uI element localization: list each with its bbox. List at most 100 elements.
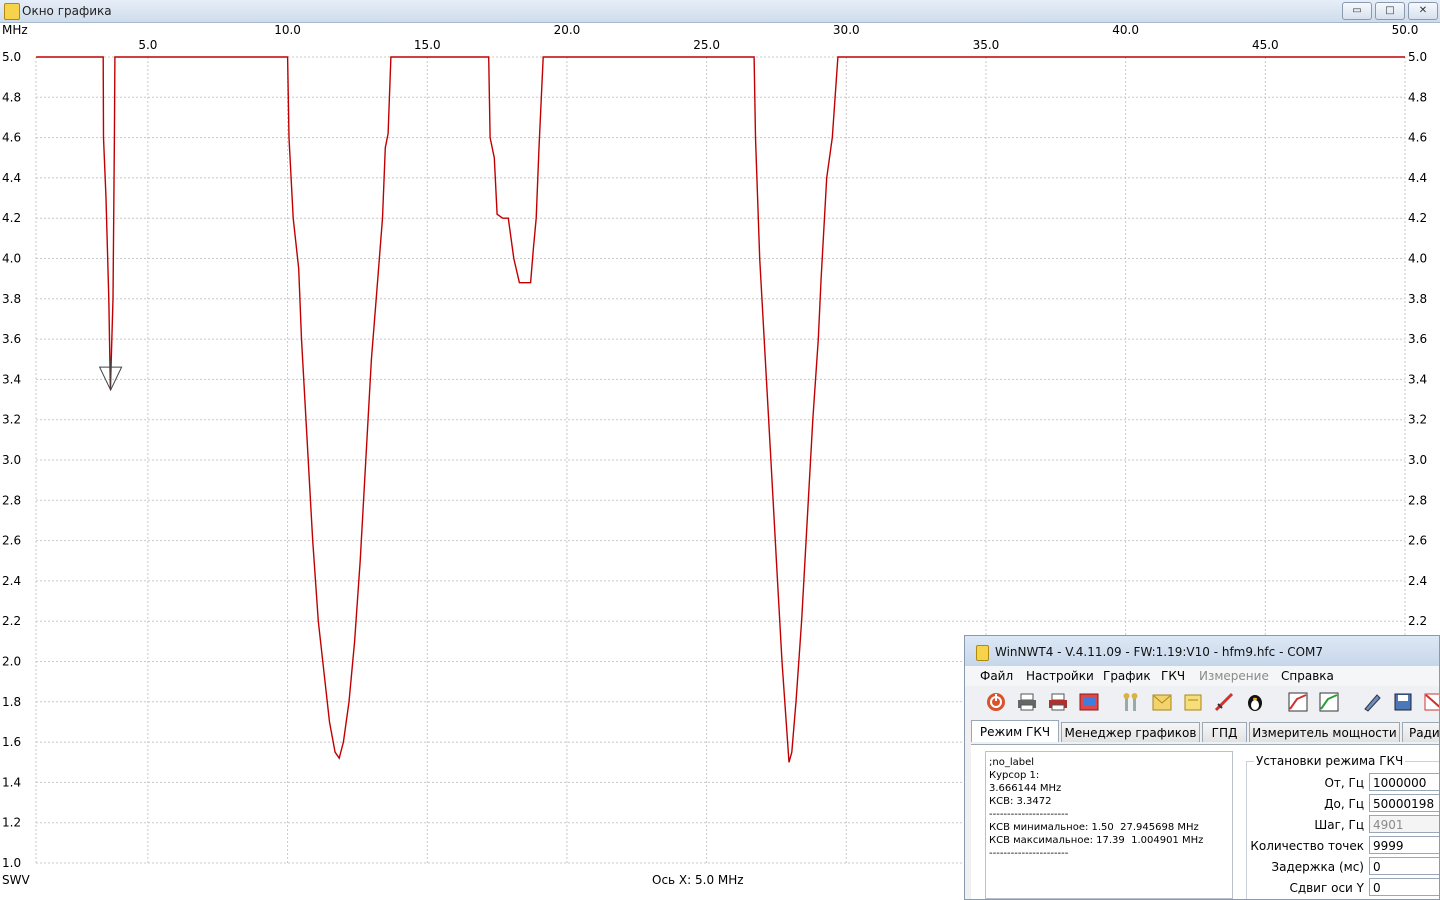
menu-settings[interactable]: Настройки: [1026, 669, 1094, 683]
info-box: ;no_label Курсор 1: 3.666144 MHz КСВ: 3.…: [985, 751, 1233, 899]
save-icon[interactable]: [1392, 691, 1414, 713]
yshift-input[interactable]: 0: [1369, 878, 1439, 896]
info-line: КСВ минимальное: 1.50 27.945698 MHz: [989, 822, 1199, 833]
x-tick-label: 50.0: [1392, 23, 1419, 37]
y-tick-label-right: 4.8: [1408, 90, 1427, 104]
menu-file[interactable]: Файл: [980, 669, 1013, 683]
y-tick-label: 3.6: [2, 332, 21, 346]
from-label: От, Гц: [1324, 776, 1364, 790]
x-tick-label: 30.0: [833, 23, 860, 37]
y-tick-label-right: 4.6: [1408, 131, 1427, 145]
note-icon[interactable]: [1182, 691, 1204, 713]
png-export-icon[interactable]: [1078, 691, 1100, 713]
cursor-marker[interactable]: [98, 358, 123, 392]
x-unit-label: MHz: [2, 23, 28, 37]
menu-bar: Файл Настройки График ГКЧ Измерение Спра…: [965, 666, 1439, 686]
menu-measurement[interactable]: Измерение: [1199, 669, 1269, 683]
step-hz-input[interactable]: 4901: [1369, 815, 1439, 833]
app-icon: [4, 3, 20, 20]
setting-row-step: Шаг, Гц 4901: [1246, 815, 1439, 835]
step-label: Шаг, Гц: [1314, 818, 1364, 832]
y-tick-label-right: 3.0: [1408, 453, 1427, 467]
x-tick-label: 35.0: [973, 38, 1000, 52]
tab-sweep-mode[interactable]: Режим ГКЧ: [971, 720, 1059, 742]
tab-graph-manager[interactable]: Менеджер графиков: [1061, 722, 1200, 742]
x-tick-label: 40.0: [1112, 23, 1139, 37]
sweep-mode-panel: ;no_label Курсор 1: 3.666144 MHz КСВ: 3.…: [971, 744, 1439, 899]
tab-power-meter[interactable]: Измеритель мощности: [1249, 722, 1400, 742]
tab-radio[interactable]: Ради: [1402, 722, 1439, 742]
graph-window-titlebar: Окно графика ▭ □ ✕: [0, 0, 1440, 23]
setting-row-yshift: Сдвиг оси Y 0: [1246, 878, 1439, 898]
folder-icon[interactable]: [1151, 691, 1173, 713]
minimize-button[interactable]: ▭: [1342, 2, 1372, 20]
y-axis-label: SWV: [2, 873, 30, 887]
y-tick-label: 2.8: [2, 493, 21, 507]
tools-icon[interactable]: [1120, 691, 1142, 713]
toolbar: [965, 686, 1439, 720]
y-tick-label-right: 5.0: [1408, 50, 1427, 64]
info-line: ;no_label: [989, 757, 1035, 768]
y-tick-label: 4.4: [2, 171, 21, 185]
to-hz-input[interactable]: 50000198: [1369, 794, 1439, 812]
y-tick-label: 1.2: [2, 816, 21, 830]
x-axis-caption: Ось X: 5.0 MHz: [652, 873, 744, 887]
x-tick-label: 15.0: [414, 38, 441, 52]
setting-row-to: До, Гц 50000198: [1246, 794, 1439, 814]
y-tick-label-right: 3.2: [1408, 413, 1427, 427]
close-button[interactable]: ✕: [1408, 2, 1438, 20]
info-line: ----------------------: [989, 809, 1069, 820]
pen-icon[interactable]: [1361, 691, 1383, 713]
y-tick-label: 1.0: [2, 856, 21, 870]
delay-select[interactable]: 0: [1369, 857, 1439, 875]
menu-sweep[interactable]: ГКЧ: [1161, 669, 1185, 683]
yshift-label: Сдвиг оси Y: [1289, 881, 1364, 895]
power-icon[interactable]: [985, 691, 1007, 713]
setting-row-delay: Задержка (мс) 0: [1246, 857, 1439, 877]
y-tick-label: 4.2: [2, 211, 21, 225]
delete-icon[interactable]: [1423, 691, 1439, 713]
probe-icon[interactable]: [1213, 691, 1235, 713]
y-tick-label: 4.0: [2, 252, 21, 266]
from-hz-input[interactable]: 1000000: [1369, 773, 1439, 791]
linux-icon[interactable]: [1244, 691, 1266, 713]
tab-vfo[interactable]: ГПД: [1202, 722, 1247, 742]
graph-window-title: Окно графика: [22, 4, 112, 18]
y-tick-label-right: 3.8: [1408, 292, 1427, 306]
calibrate-green-icon[interactable]: [1318, 691, 1340, 713]
y-tick-label-right: 4.2: [1408, 211, 1427, 225]
info-line: КСВ: 3.3472: [989, 796, 1052, 807]
x-tick-label: 10.0: [274, 23, 301, 37]
y-tick-label-right: 2.2: [1408, 614, 1427, 628]
y-tick-label-right: 2.4: [1408, 574, 1427, 588]
delay-label: Задержка (мс): [1271, 860, 1364, 874]
print-color-icon[interactable]: [1047, 691, 1069, 713]
menu-help[interactable]: Справка: [1281, 669, 1334, 683]
y-tick-label-right: 2.8: [1408, 493, 1427, 507]
info-line: Курсор 1:: [989, 770, 1040, 781]
y-tick-label: 3.8: [2, 292, 21, 306]
winnwt-app-icon: [976, 645, 989, 661]
y-tick-label: 2.0: [2, 655, 21, 669]
points-label: Количество точек: [1250, 839, 1364, 853]
y-tick-label: 1.8: [2, 695, 21, 709]
info-line: 3.666144 MHz: [989, 783, 1062, 794]
print-icon[interactable]: [1016, 691, 1038, 713]
info-line: КСВ максимальное: 17.39 1.004901 MHz: [989, 835, 1204, 846]
points-input[interactable]: 9999: [1369, 836, 1439, 854]
y-tick-label-right: 2.6: [1408, 534, 1427, 548]
setting-row-points: Количество точек 9999: [1246, 836, 1439, 856]
setting-row-from: От, Гц 1000000: [1246, 773, 1439, 793]
y-ticks-left: 5.0 4.8 4.6 4.4 4.2 4.0 3.8 3.6 3.4 3.2 3.0 2.8 2.6 2…: [2, 50, 21, 870]
sweep-settings-group: Установки режима ГКЧ От, Гц 1000000 До, …: [1246, 749, 1439, 899]
y-tick-label: 3.4: [2, 372, 21, 386]
calibrate-icon[interactable]: [1287, 691, 1309, 713]
winnwt-window[interactable]: WinNWT4 - V.4.11.09 - FW:1.19:V10 - hfm9…: [964, 635, 1440, 900]
menu-graph[interactable]: График: [1103, 669, 1151, 683]
y-tick-label-right: 4.0: [1408, 252, 1427, 266]
y-tick-label: 3.2: [2, 413, 21, 427]
maximize-button[interactable]: □: [1375, 2, 1405, 20]
settings-group-title: Установки режима ГКЧ: [1254, 754, 1406, 768]
y-tick-label-right: 4.4: [1408, 171, 1427, 185]
x-tick-label: 20.0: [554, 23, 581, 37]
